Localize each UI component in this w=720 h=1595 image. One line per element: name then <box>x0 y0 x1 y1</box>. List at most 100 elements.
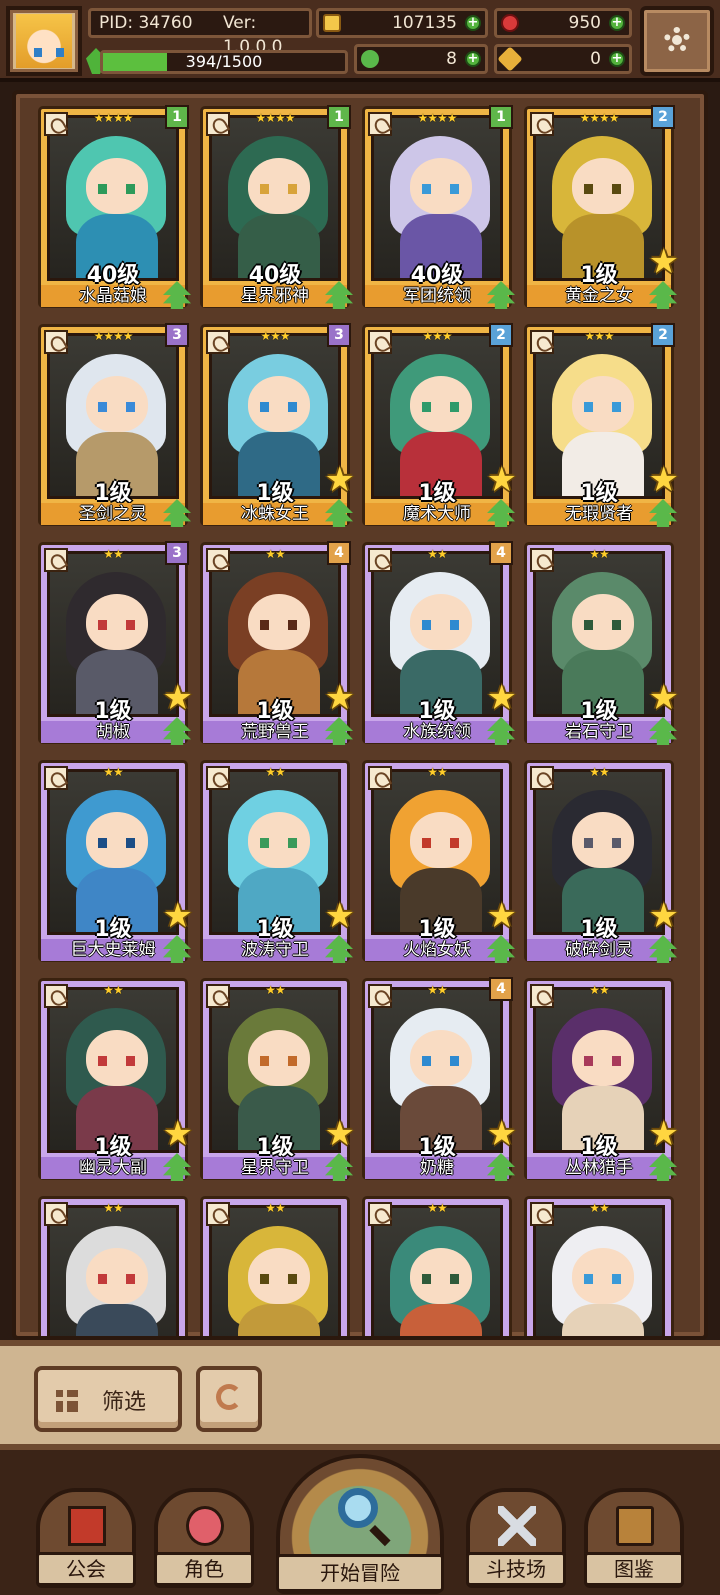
filter-button[interactable]: 筛选 <box>34 1366 182 1432</box>
clover-amount: 8 <box>446 49 457 69</box>
avatar-portrait <box>16 14 72 68</box>
rank-badge: 1 <box>327 105 351 129</box>
character-card[interactable]: ★★ 1级 破碎剑灵 ★ <box>524 760 679 963</box>
character-name: 军团统领 <box>365 285 509 307</box>
character-card[interactable]: ★★★ 2 1级 无瑕贤者 ★ <box>524 323 679 527</box>
star-rating: ★★ <box>589 765 610 779</box>
star-rating: ★★★ <box>260 329 290 343</box>
settings-button[interactable] <box>640 6 714 76</box>
refresh-button[interactable] <box>196 1366 262 1432</box>
character-name: 破碎剑灵 <box>527 939 671 961</box>
player-info-box: PID: 34760 Ver: 1.0.0.0 <box>88 8 312 57</box>
character-name: 无瑕贤者 <box>527 503 671 525</box>
character-card[interactable]: ★★★★ 2 1级 黄金之女 ★ <box>524 105 679 309</box>
character-card[interactable]: ★★ <box>524 1196 674 1336</box>
star-rating: ★★ <box>265 1201 286 1215</box>
xp-text: 394/1500 <box>185 52 263 71</box>
character-card[interactable]: ★★★ 3 1级 冰蛛女王 ★ <box>200 323 355 527</box>
character-card[interactable]: ★★ 1级 火焰女妖 ★ <box>362 760 517 963</box>
character-card[interactable]: ★★★ 2 1级 魔术大师 ★ <box>362 323 517 527</box>
nav-guild[interactable]: 公会 <box>36 1488 136 1588</box>
star-rating: ★★★ <box>422 329 452 343</box>
character-card[interactable]: ★★★★ 1 40级 军团统领 <box>362 105 515 309</box>
gem-counter: 950 + <box>494 8 632 38</box>
star-rating: ★★ <box>103 1201 124 1215</box>
gem-amount: 950 <box>568 13 601 33</box>
character-name: 火焰女妖 <box>365 939 509 961</box>
gold-counter: 107135 + <box>316 8 488 38</box>
star-upgrade-icon: ★ <box>648 460 679 500</box>
character-name: 水族统领 <box>365 721 509 743</box>
character-name: 岩石守卫 <box>527 721 671 743</box>
gold-amount: 107135 <box>392 13 457 33</box>
crossed-swords-icon <box>498 1506 536 1546</box>
filter-toolbar: 筛选 <box>0 1340 720 1450</box>
character-card[interactable]: ★★ <box>38 1196 188 1336</box>
character-card[interactable]: ★★ 1级 丛林猎手 ★ <box>524 978 679 1181</box>
character-name: 荒野兽王 <box>203 721 347 743</box>
star-rating: ★★★ <box>584 329 614 343</box>
character-card[interactable]: ★★★★ 3 1级 圣剑之灵 <box>38 323 191 527</box>
character-card[interactable]: ★★ 1级 星界守卫 ★ <box>200 978 355 1181</box>
character-card[interactable]: ★★ <box>362 1196 512 1336</box>
character-card[interactable]: ★★★★ 1 40级 水晶菇娘 <box>38 105 191 309</box>
character-name: 星界守卫 <box>203 1157 347 1179</box>
nav-characters[interactable]: 角色 <box>154 1488 254 1588</box>
star-upgrade-icon: ★ <box>324 896 355 936</box>
bottom-navigation: 公会 角色 开始冒险 斗技场 图鉴 <box>0 1450 720 1595</box>
add-clovers-button[interactable]: + <box>465 51 481 67</box>
star-upgrade-icon: ★ <box>486 678 517 718</box>
nav-start-adventure[interactable]: 开始冒险 <box>276 1454 444 1594</box>
character-card[interactable]: ★★ 1级 幽灵大副 ★ <box>38 978 193 1181</box>
character-card[interactable]: ★★ 4 1级 水族统领 ★ <box>362 541 517 745</box>
rank-badge: 1 <box>165 105 189 129</box>
clover-icon <box>361 50 379 68</box>
star-rating: ★★★★ <box>255 111 295 125</box>
rank-badge: 4 <box>489 977 513 1001</box>
character-card[interactable]: ★★ 1级 岩石守卫 ★ <box>524 542 679 745</box>
nav-codex[interactable]: 图鉴 <box>584 1488 684 1588</box>
rank-badge: 2 <box>651 105 675 129</box>
star-rating: ★★ <box>427 765 448 779</box>
grid-icon <box>52 1386 78 1412</box>
character-name: 波涛守卫 <box>203 939 347 961</box>
star-rating: ★★ <box>427 983 448 997</box>
character-card[interactable]: ★★★★ 1 40级 星界邪神 <box>200 105 353 309</box>
nav-arena-label: 斗技场 <box>466 1552 566 1586</box>
character-panel[interactable]: ★★★★ 1 40级 水晶菇娘 ★★★★ 1 40级 星界邪神 ★★★★ 1 40级 军团统领 ★★★★… <box>12 90 708 1340</box>
character-card[interactable]: ★★ 4 1级 荒野兽王 ★ <box>200 541 355 745</box>
nav-guild-label: 公会 <box>36 1552 136 1586</box>
gold-coin-icon <box>323 14 341 32</box>
rank-badge: 3 <box>327 323 351 347</box>
star-upgrade-icon: ★ <box>648 1114 679 1154</box>
add-keys-button[interactable]: + <box>609 51 625 67</box>
rank-badge: 3 <box>165 541 189 565</box>
filter-label: 筛选 <box>102 1390 147 1415</box>
star-upgrade-icon: ★ <box>648 678 679 718</box>
star-upgrade-icon: ★ <box>648 896 679 936</box>
refresh-icon <box>216 1384 242 1410</box>
character-card[interactable]: ★★ 1级 巨大史莱姆 ★ <box>38 760 193 963</box>
character-name: 胡椒 <box>41 721 185 743</box>
star-rating: ★★★★ <box>93 329 133 343</box>
star-upgrade-icon: ★ <box>486 1114 517 1154</box>
character-name: 奶糖 <box>365 1157 509 1179</box>
add-gems-button[interactable]: + <box>609 15 625 31</box>
character-card[interactable]: ★★ 3 1级 胡椒 ★ <box>38 541 193 745</box>
character-name: 圣剑之灵 <box>41 503 185 525</box>
rank-badge: 3 <box>165 323 189 347</box>
character-card[interactable]: ★★ 1级 波涛守卫 ★ <box>200 760 355 963</box>
character-card[interactable]: ★★ 4 1级 奶糖 ★ <box>362 977 517 1181</box>
gear-icon <box>664 27 690 53</box>
character-card[interactable]: ★★ <box>200 1196 350 1336</box>
character-name: 水晶菇娘 <box>41 285 185 307</box>
nav-arena[interactable]: 斗技场 <box>466 1488 566 1588</box>
rank-badge: 4 <box>489 541 513 565</box>
star-upgrade-icon: ★ <box>324 678 355 718</box>
player-avatar[interactable] <box>6 6 82 76</box>
red-gem-icon <box>501 14 519 32</box>
add-gold-button[interactable]: + <box>465 15 481 31</box>
character-face-icon <box>186 1506 224 1546</box>
clover-counter: 8 + <box>354 44 488 74</box>
key-counter: 0 + <box>494 44 632 74</box>
